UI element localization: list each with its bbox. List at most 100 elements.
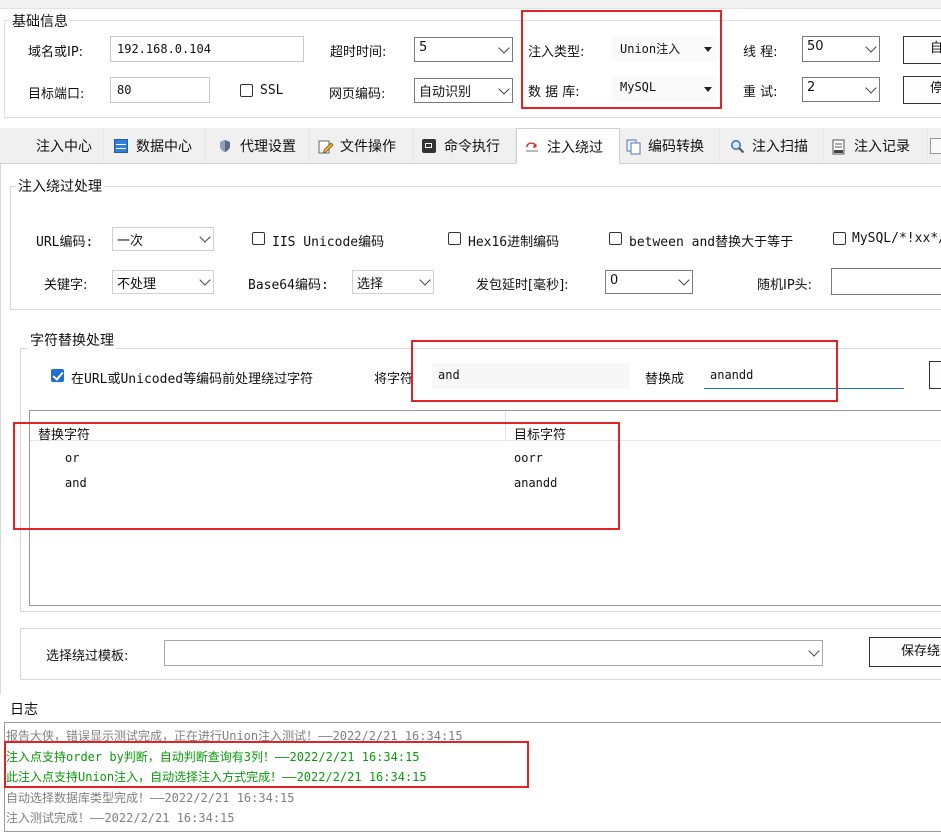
retry-value: 2: [807, 80, 816, 95]
shield-icon: [218, 139, 232, 153]
keyword-value: 不处理: [117, 277, 157, 292]
table-row-target[interactable]: oorr: [514, 451, 543, 465]
encoding-value: 自动识别: [419, 85, 472, 100]
dropdown-arrow-icon: [704, 87, 712, 92]
url-enc-select[interactable]: 一次: [112, 227, 214, 251]
top-chrome-strip: [0, 0, 941, 9]
ssl-label: SSL: [260, 83, 284, 98]
base64-label: Base64编码:: [248, 278, 329, 293]
bypass-icon: [525, 140, 539, 154]
random-ip-label: 随机IP头:: [757, 278, 813, 293]
db-select[interactable]: MySQL: [612, 76, 718, 102]
basic-info-title: 基础信息: [10, 11, 70, 31]
table-row-source[interactable]: or: [65, 451, 79, 465]
edit-file-icon: [318, 139, 334, 154]
chevron-down-icon: [865, 41, 877, 53]
delay-label: 发包延时[毫秒]:: [476, 278, 569, 293]
between-label: between and替换大于等于: [629, 235, 794, 250]
to-char-input[interactable]: anandd: [704, 363, 904, 389]
between-checkbox[interactable]: [609, 232, 622, 245]
from-char-input[interactable]: and: [432, 363, 630, 389]
table-icon: [114, 139, 128, 153]
log-line: 此注入点支持Union注入，自动选择注入方式完成！——2022/2/21 16:…: [6, 770, 427, 784]
log-title: 日志: [10, 702, 38, 718]
mysql-comment-label: MySQL/*!xx*/: [852, 231, 941, 246]
chevron-down-icon: [199, 274, 211, 286]
tab-inject-bypass[interactable]: 注入绕过: [516, 128, 620, 164]
bypass-group-title: 注入绕过处理: [16, 176, 104, 196]
inject-type-label: 注入类型:: [528, 45, 585, 60]
iis-unicode-label: IIS Unicode编码: [272, 235, 385, 250]
table-row-source[interactable]: and: [65, 476, 87, 490]
tab-inject-center[interactable]: 注入中心: [0, 128, 104, 164]
threads-select[interactable]: 50: [802, 36, 880, 62]
copy-icon: [626, 139, 641, 155]
preprocess-checkbox[interactable]: [51, 369, 64, 382]
log-line: 报告大侠，错误显示测试完成，正在进行Union注入测试！——2022/2/21 …: [6, 729, 463, 743]
tab-overflow-icon: [930, 138, 941, 154]
tab-encode-convert[interactable]: 编码转换: [620, 128, 720, 164]
magnifier-icon: [730, 139, 745, 154]
dropdown-arrow-icon: [704, 47, 712, 52]
random-ip-input[interactable]: [831, 268, 941, 295]
delay-value: 0: [610, 273, 619, 288]
to-char-label: 替换成: [645, 372, 685, 387]
col-target-header[interactable]: 目标字符: [514, 424, 566, 443]
db-label: 数 据 库:: [528, 85, 580, 100]
col-source-header[interactable]: 替换字符: [38, 424, 90, 443]
tab-inject-records[interactable]: 注入记录: [824, 128, 928, 164]
port-label: 目标端口:: [28, 87, 85, 102]
chevron-down-icon: [498, 82, 510, 95]
terminal-icon: [422, 139, 436, 153]
hex16-checkbox[interactable]: [448, 232, 461, 245]
encoding-label: 网页编码:: [329, 87, 386, 102]
timeout-select[interactable]: 5: [414, 37, 513, 62]
timeout-label: 超时时间:: [330, 45, 387, 60]
add-replace-button[interactable]: [929, 361, 941, 389]
keyword-select[interactable]: 不处理: [112, 270, 214, 294]
table-row-target[interactable]: anandd: [514, 476, 557, 490]
stop-button[interactable]: 停: [903, 76, 941, 104]
log-line: 注入点支持order by判断，自动判断查询有3列！——2022/2/21 16…: [6, 750, 420, 764]
threads-label: 线 程:: [743, 45, 778, 60]
tab-inject-scan[interactable]: 注入扫描: [720, 128, 824, 164]
chevron-down-icon: [498, 41, 510, 54]
tab-command-exec[interactable]: 命令执行: [414, 128, 516, 164]
template-label: 选择绕过模板:: [46, 649, 129, 664]
ssl-checkbox[interactable]: [240, 84, 253, 97]
from-char-label: 将字符: [374, 372, 414, 387]
basic-info-group: [4, 20, 941, 118]
port-input[interactable]: 80: [110, 77, 210, 103]
threads-value: 50: [807, 39, 824, 54]
iis-unicode-checkbox[interactable]: [252, 232, 265, 245]
base64-select[interactable]: 选择: [352, 270, 434, 294]
url-enc-label: URL编码:: [36, 235, 94, 250]
inject-type-select[interactable]: Union注入: [612, 36, 718, 62]
chevron-down-icon: [678, 274, 690, 286]
hex16-label: Hex16进制编码: [468, 235, 560, 250]
tab-proxy-settings[interactable]: 代理设置: [206, 128, 310, 164]
base64-value: 选择: [357, 277, 384, 292]
auto-button[interactable]: 自: [903, 36, 941, 64]
retry-select[interactable]: 2: [802, 77, 880, 102]
log-line: 自动选择数据库类型完成！——2022/2/21 16:34:15: [6, 791, 295, 805]
tab-data-center[interactable]: 数据中心: [104, 128, 206, 164]
listview-header: [30, 411, 941, 441]
listview-column-divider: [505, 411, 506, 441]
chevron-down-icon: [865, 81, 877, 94]
chevron-down-icon: [808, 645, 820, 657]
keyword-label: 关键字:: [44, 278, 88, 293]
domain-input[interactable]: 192.168.0.104: [110, 36, 304, 62]
encoding-select[interactable]: 自动识别: [414, 78, 513, 103]
delay-select[interactable]: 0: [605, 270, 693, 294]
db-value: MySQL: [620, 80, 657, 94]
timeout-value: 5: [419, 40, 428, 55]
mysql-comment-checkbox[interactable]: [833, 232, 846, 245]
record-icon: [832, 139, 846, 155]
replace-group-title: 字符替换处理: [28, 330, 116, 350]
retry-label: 重 试:: [743, 85, 778, 100]
save-template-button[interactable]: 保存绕: [869, 637, 941, 667]
tab-file-ops[interactable]: 文件操作: [310, 128, 414, 164]
template-select[interactable]: [164, 640, 823, 666]
log-line: 注入测试完成！——2022/2/21 16:34:15: [6, 811, 235, 825]
